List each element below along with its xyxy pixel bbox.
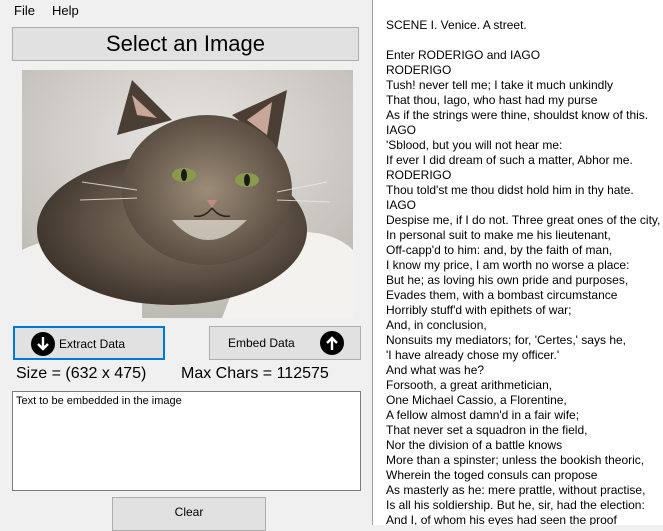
script-text-panel[interactable]: SCENE I. Venice. A street. Enter RODERIG… <box>373 0 663 525</box>
script-line: Evades them, with a bombast circumstance <box>386 288 618 302</box>
arrow-down-circle-icon <box>31 332 55 356</box>
script-line: Off-capp'd to him: and, by the faith of … <box>386 243 613 257</box>
max-chars-label: Max Chars = 112575 <box>181 365 329 382</box>
script-line: More than a spinster; unless the bookish… <box>386 453 645 467</box>
embed-data-button[interactable]: Embed Data <box>209 326 361 360</box>
script-line: That thou, Iago, who hast had my purse <box>386 93 598 107</box>
script-line: Tush! never tell me; I take it much unki… <box>386 78 613 92</box>
script-line: As masterly as he: mere prattle, without… <box>386 483 646 497</box>
script-line: RODERIGO <box>386 63 452 77</box>
clear-button[interactable]: Clear <box>112 497 266 531</box>
script-line: IAGO <box>386 123 417 137</box>
script-lines: Enter RODERIGO and IAGO RODERIGO Tush! n… <box>386 48 660 525</box>
extract-data-label: Extract Data <box>59 337 126 351</box>
select-image-button[interactable]: Select an Image <box>12 27 359 61</box>
script-line: One Michael Cassio, a Florentine, <box>386 393 567 407</box>
script-line: RODERIGO <box>386 168 452 182</box>
menu-help[interactable]: Help <box>48 3 83 18</box>
script-line: Thou told'st me thou didst hold him in t… <box>386 183 634 197</box>
script-line: 'Sblood, but you will not hear me: <box>386 138 563 152</box>
script-line: Wherein the toged consuls can propose <box>386 468 598 482</box>
script-line: Forsooth, a great arithmetician, <box>386 378 553 392</box>
embed-text-input[interactable]: Text to be embedded in the image <box>12 391 361 491</box>
script-line: Enter RODERIGO and IAGO <box>386 48 541 62</box>
script-line: IAGO <box>386 198 417 212</box>
script-line: And what was he? <box>386 363 485 377</box>
script-line: Nonsuits my mediators; for, 'Certes,' sa… <box>386 333 626 347</box>
menu-bar: File Help <box>0 0 372 22</box>
script-line: That never set a squadron in the field, <box>386 423 588 437</box>
cat-image <box>22 70 353 318</box>
script-line: Is all his soldiership. But he, sir, had… <box>386 498 645 512</box>
image-size-label: Size = (632 x 475) <box>16 365 147 382</box>
script-line: And I, of whom his eyes had seen the pro… <box>386 513 617 525</box>
script-line: 'I have already chose my officer.' <box>386 348 560 362</box>
embed-data-label: Embed Data <box>228 336 295 350</box>
script-line: A fellow almost damn'd in a fair wife; <box>386 408 580 422</box>
extract-data-button[interactable]: Extract Data <box>13 326 165 360</box>
script-line: Horribly stuff'd with epithets of war; <box>386 303 572 317</box>
arrow-up-circle-icon <box>320 331 344 355</box>
script-line: And, in conclusion, <box>386 318 487 332</box>
script-line: In personal suit to make me his lieutena… <box>386 228 611 242</box>
script-line: Nor the division of a battle knows <box>386 438 563 452</box>
script-line: As if the strings were thine, shouldst k… <box>386 108 649 122</box>
menu-file[interactable]: File <box>10 3 39 18</box>
scene-title: SCENE I. Venice. A street. <box>386 18 527 32</box>
script-line: Despise me, if I do not. Three great one… <box>386 213 661 227</box>
script-line: I know my price, I am worth no worse a p… <box>386 258 630 272</box>
script-line: If ever I did dream of such a matter, Ab… <box>386 153 633 167</box>
script-line: But he; as loving his own pride and purp… <box>386 273 629 287</box>
